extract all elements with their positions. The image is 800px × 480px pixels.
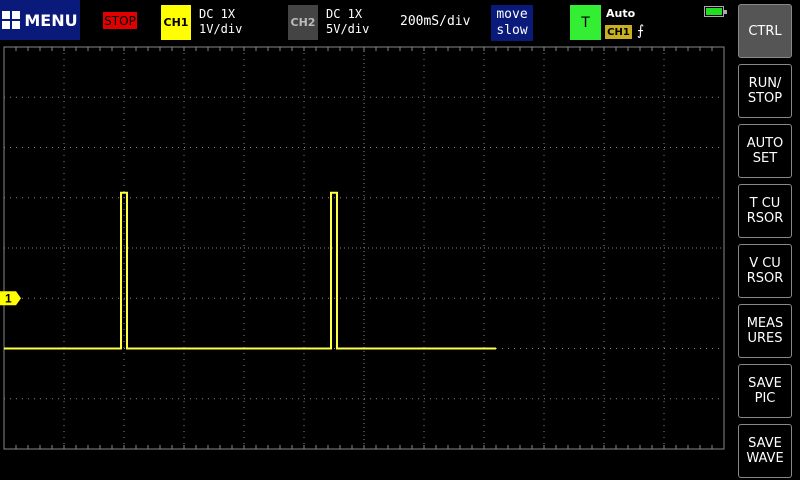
side-button-save-wave[interactable]: SAVE WAVE xyxy=(738,424,792,478)
trigger-source: CH1 xyxy=(605,25,632,39)
timebase-readout[interactable]: 200mS/div xyxy=(400,14,470,29)
side-button-run-stop[interactable]: RUN/ STOP xyxy=(738,64,792,118)
side-button-t-cu-rsor[interactable]: T CU RSOR xyxy=(738,184,792,238)
battery-icon xyxy=(704,6,727,17)
side-button-ctrl[interactable]: CTRL xyxy=(738,4,792,58)
ch2-info[interactable]: DC 1X 5V/div xyxy=(326,7,369,37)
move-speed-line2: slow xyxy=(496,23,528,38)
menu-label: MENU xyxy=(24,10,78,30)
graticule xyxy=(3,46,725,450)
ch1-badge[interactable]: CH1 xyxy=(161,5,191,40)
menu-button[interactable]: MENU xyxy=(0,0,80,40)
trigger-mode: Auto xyxy=(606,7,636,20)
rising-edge-icon: ⨍ xyxy=(637,23,645,39)
ch1-coupling: DC 1X xyxy=(199,7,236,21)
side-button-save-pic[interactable]: SAVE PIC xyxy=(738,364,792,418)
ch2-badge[interactable]: CH2 xyxy=(288,5,318,40)
move-speed-line1: move xyxy=(496,7,528,22)
move-speed-toggle[interactable]: move slow xyxy=(491,5,533,41)
ch1-marker-label: 1 xyxy=(5,291,12,305)
ch1-info[interactable]: DC 1X 1V/div xyxy=(199,7,242,37)
ch2-coupling: DC 1X xyxy=(326,7,363,21)
scope-screen[interactable]: 1 xyxy=(0,45,730,457)
ch1-trace xyxy=(4,191,496,350)
battery-level-fill xyxy=(706,8,722,15)
menu-grid-icon xyxy=(2,11,21,29)
side-button-v-cu-rsor[interactable]: V CU RSOR xyxy=(738,244,792,298)
run-state-badge[interactable]: STOP xyxy=(103,12,137,29)
trigger-badge[interactable]: T xyxy=(570,5,601,40)
side-button-meas-ures[interactable]: MEAS URES xyxy=(738,304,792,358)
side-button-auto-set[interactable]: AUTO SET xyxy=(738,124,792,178)
ch2-scale: 5V/div xyxy=(326,22,370,36)
ch1-scale: 1V/div xyxy=(199,22,243,36)
ch1-offset-marker[interactable]: 1 xyxy=(0,291,21,306)
